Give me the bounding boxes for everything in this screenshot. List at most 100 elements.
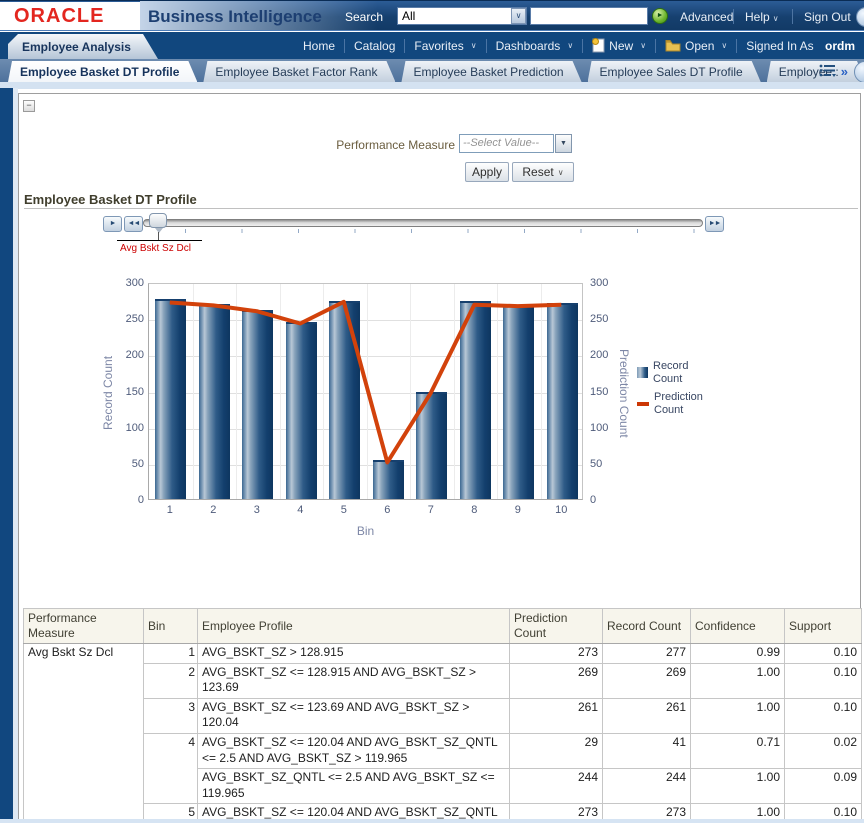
cell-confidence: 1.00 (691, 663, 785, 698)
page-tab-employee-basket-dt-profile[interactable]: Employee Basket DT Profile (8, 61, 197, 82)
performance-measure-select[interactable]: --Select Value-- (459, 134, 554, 153)
chevron-down-icon: ∨ (773, 14, 779, 23)
cell-confidence: 0.99 (691, 644, 785, 664)
cell-record-count: 261 (603, 698, 691, 733)
cell-record-count: 277 (603, 644, 691, 664)
new-document-icon (592, 38, 605, 53)
nav-new[interactable]: New∨ (583, 38, 655, 53)
legend-label: Record Count (653, 360, 713, 385)
slider-prev-icon[interactable]: ◄◄ (124, 216, 143, 232)
performance-measure-label: Performance Measure (305, 138, 455, 152)
search-go-icon[interactable]: ► (652, 8, 668, 24)
slider-thumb[interactable] (149, 213, 167, 228)
reset-button[interactable]: Reset∨ (512, 162, 574, 182)
cell-bin: 1 (144, 644, 198, 664)
y-axis-tick-label: 0 (590, 494, 620, 506)
table-row: Avg Bskt Sz Dcl1AVG_BSKT_SZ > 128.915273… (24, 644, 862, 664)
section-title: Employee Basket DT Profile (24, 192, 197, 207)
apply-button[interactable]: Apply (465, 162, 509, 182)
legend-bar-swatch-icon (637, 367, 648, 378)
slider-thumb-stem (158, 232, 159, 240)
dashboard-tab-employee-analysis[interactable]: Employee Analysis (8, 34, 158, 59)
page-tab-label: Employee Basket DT Profile (20, 65, 179, 79)
y-axis-tick-label: 300 (115, 277, 144, 289)
oracle-logo-box: ORACLE (0, 2, 140, 30)
slider-caption-rule (117, 240, 202, 241)
nav-dashboards[interactable]: Dashboards∨ (487, 39, 583, 53)
page-options-list-icon[interactable] (819, 64, 836, 77)
page-tab-label: Employee Basket Prediction (413, 65, 563, 79)
x-axis-tick-label: 7 (409, 504, 453, 516)
sign-out-link[interactable]: Sign Out (804, 10, 851, 24)
nav-open[interactable]: Open∨ (656, 39, 736, 53)
cell-prediction-count: 273 (510, 644, 603, 664)
x-axis-tick-label: 6 (366, 504, 410, 516)
cell-employee-profile: AVG_BSKT_SZ > 128.915 (198, 644, 510, 664)
x-axis-title: Bin (148, 524, 583, 538)
cell-prediction-count: 244 (510, 769, 603, 804)
menu-bar: Home Catalog Favorites∨ Dashboards∨ New∨… (294, 32, 864, 59)
legend-item: Prediction Count (637, 391, 714, 416)
search-scope-select[interactable]: All (397, 7, 527, 25)
search-scope-caret-icon[interactable]: ∨ (511, 8, 526, 24)
x-axis-tick-label: 10 (540, 504, 584, 516)
chart-legend: Record Count Prediction Count (637, 360, 714, 417)
y-axis-tick-label: 300 (590, 277, 620, 289)
x-axis-tick-label: 9 (496, 504, 540, 516)
dashboard-tab-label: Employee Analysis (22, 40, 131, 54)
slider-track[interactable] (143, 219, 703, 227)
page-tab-employee[interactable]: Employee :» (767, 61, 864, 82)
x-axis-tick-label: 4 (279, 504, 323, 516)
nav-catalog[interactable]: Catalog (345, 39, 404, 53)
slider-next-icon[interactable]: ►► (705, 216, 724, 232)
y-axis-tick-label: 250 (590, 313, 620, 325)
signed-in-user: ordm (825, 39, 855, 53)
cell-prediction-count: 261 (510, 698, 603, 733)
page-tabs: Employee Basket DT Profile Employee Baske… (8, 61, 864, 82)
cell-record-count: 244 (603, 769, 691, 804)
collapse-section-icon[interactable]: − (23, 100, 35, 112)
cell-performance-measure: Avg Bskt Sz Dcl (24, 644, 144, 823)
page-tab-employee-sales-dt-profile[interactable]: Employee Sales DT Profile (588, 61, 761, 82)
column-header: Employee Profile (198, 609, 510, 644)
y-axis-title-left: Record Count (101, 323, 115, 463)
column-header: Confidence (691, 609, 785, 644)
cell-support: 0.09 (785, 769, 862, 804)
separator (733, 9, 734, 24)
nav-home[interactable]: Home (294, 39, 344, 53)
search-label: Search (345, 10, 383, 24)
x-axis-tick-label: 8 (453, 504, 497, 516)
bottom-edge-strip (0, 819, 864, 823)
table-row: 4AVG_BSKT_SZ <= 120.04 AND AVG_BSKT_SZ_Q… (24, 733, 862, 768)
section-rule (24, 208, 858, 209)
cell-bin: 3 (144, 698, 198, 733)
cell-employee-profile: AVG_BSKT_SZ <= 123.69 AND AVG_BSKT_SZ > … (198, 698, 510, 733)
y-axis-tick-label: 250 (115, 313, 144, 325)
cell-bin: 4 (144, 733, 198, 803)
column-header: Record Count (603, 609, 691, 644)
cell-employee-profile: AVG_BSKT_SZ_QNTL <= 2.5 AND AVG_BSKT_SZ … (198, 769, 510, 804)
help-menu[interactable]: Help∨ (745, 10, 779, 24)
folder-icon (665, 39, 681, 52)
page-tab-employee-basket-factor-rank[interactable]: Employee Basket Factor Rank (203, 61, 395, 82)
y-axis-tick-label: 50 (590, 458, 620, 470)
advanced-link[interactable]: Advanced (680, 10, 733, 24)
legend-line-swatch-icon (637, 402, 649, 406)
oracle-bi-dashboard: ORACLE Business Intelligence Search All … (0, 0, 864, 823)
page-tab-label: Employee Basket Factor Rank (215, 65, 377, 79)
y-axis-tick-label: 100 (590, 422, 620, 434)
select-dropdown-icon[interactable]: ▼ (555, 134, 572, 153)
page-tab-employee-basket-prediction[interactable]: Employee Basket Prediction (401, 61, 581, 82)
search-input[interactable] (530, 7, 648, 25)
y-axis-tick-label: 0 (115, 494, 144, 506)
x-axis-tick-label: 5 (322, 504, 366, 516)
partial-circle-icon[interactable] (856, 7, 864, 27)
x-axis-tick-label: 3 (235, 504, 279, 516)
left-rail-dark (0, 88, 13, 823)
slider-play-icon[interactable]: ► (103, 216, 122, 232)
separator (792, 9, 793, 24)
signed-in-as: Signed In As ordm (737, 39, 864, 53)
nav-favorites[interactable]: Favorites∨ (405, 39, 485, 53)
cell-prediction-count: 269 (510, 663, 603, 698)
nav-bar: Employee Analysis Home Catalog Favorites… (0, 32, 864, 59)
